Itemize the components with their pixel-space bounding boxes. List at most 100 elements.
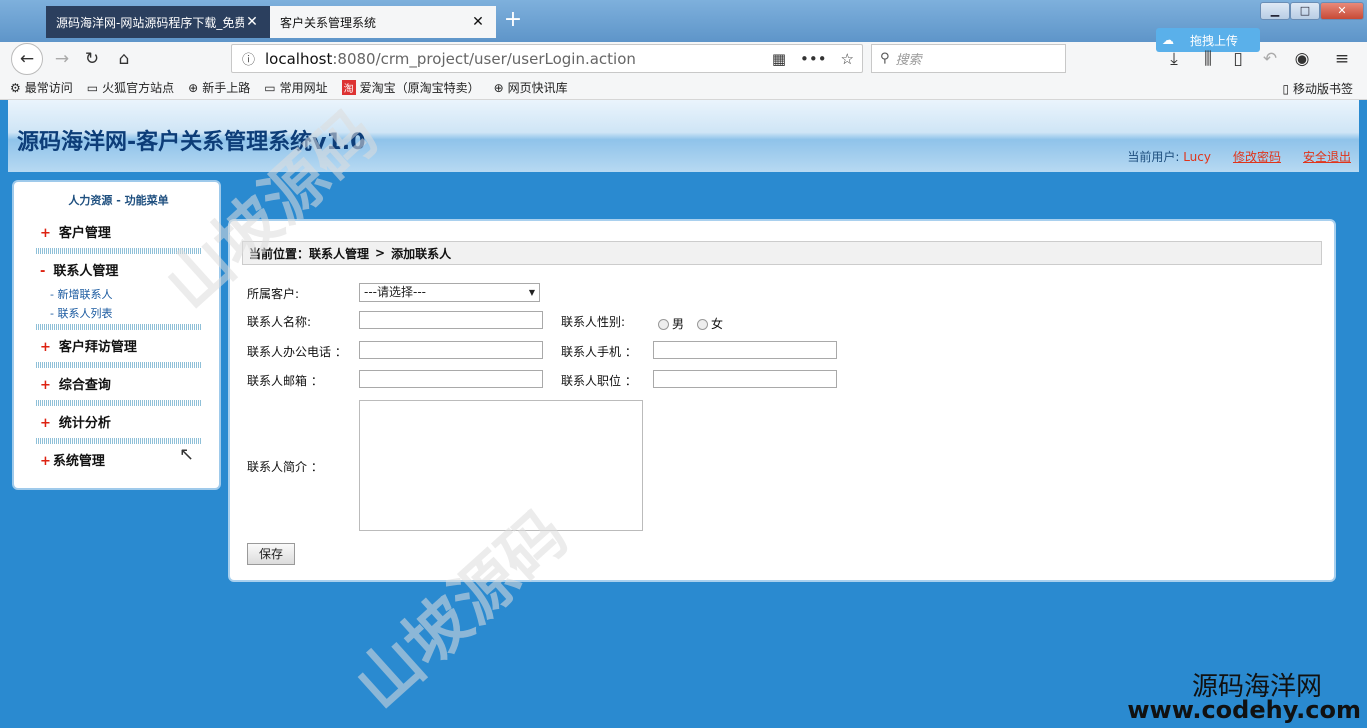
sidebar-item-label: 综合查询	[58, 378, 111, 393]
download-icon[interactable]: ⤓	[1160, 45, 1188, 73]
undo-icon[interactable]: ↶	[1256, 45, 1284, 73]
expand-icon: +	[40, 340, 51, 355]
radio-male[interactable]	[658, 319, 669, 330]
main-panel: 当前位置：联系人管理 > 添加联系人 所属客户: ---请选择--- ▼ 联系人…	[228, 219, 1336, 582]
close-tab-icon[interactable]: ✕	[244, 14, 260, 30]
position-input[interactable]	[653, 370, 837, 388]
sidebar-item-label: 客户管理	[58, 226, 111, 241]
phone-icon: ▯	[1282, 82, 1290, 96]
gender-female-option[interactable]: 女	[697, 315, 723, 332]
brand-url-watermark: www.codehy.com	[1127, 696, 1361, 724]
more-actions-icon[interactable]: •••	[800, 50, 827, 68]
minimize-icon[interactable]: ▁	[1260, 2, 1290, 20]
bookmark-most-visited[interactable]: ⚙ 最常访问	[10, 79, 73, 96]
customer-select[interactable]: ---请选择--- ▼	[359, 283, 540, 302]
bookmark-aitaobao[interactable]: 淘爱淘宝（原淘宝特卖）	[341, 79, 480, 96]
globe-icon: ⊕	[493, 80, 504, 95]
sidebar-menu: 人力资源 - 功能菜单 + 客户管理 - 联系人管理 - 新增联系人 - 联系人列表…	[12, 180, 221, 490]
sidebar-item-query[interactable]: + 综合查询	[40, 374, 111, 393]
sidebar-toggle-icon[interactable]: ▯	[1224, 45, 1252, 73]
gender-female-label: 女	[711, 317, 724, 331]
gender-male-label: 男	[672, 317, 685, 331]
sidebar-subitem-contact-list[interactable]: - 联系人列表	[50, 305, 112, 321]
sidebar-item-customers[interactable]: + 客户管理	[40, 222, 111, 241]
office-phone-input[interactable]	[359, 341, 543, 359]
intro-textarea[interactable]	[359, 400, 643, 531]
info-icon[interactable]: ⓘ	[242, 49, 255, 68]
gender-male-option[interactable]: 男	[658, 315, 684, 332]
bookmark-label: 最常访问	[24, 81, 73, 95]
sidebar-subitem-add-contact[interactable]: - 新增联系人	[50, 286, 112, 302]
phone-label: 联系人办公电话 ：	[247, 345, 347, 359]
breadcrumb-path: 当前位置：联系人管理	[249, 246, 370, 261]
tab-active[interactable]: 客户关系管理系统 ✕	[270, 6, 496, 38]
close-tab-icon[interactable]: ✕	[470, 14, 486, 30]
sidebar-item-label: 系统管理	[52, 454, 105, 469]
account-icon[interactable]: ◉	[1288, 45, 1316, 73]
search-input[interactable]: ⚲ 搜索	[871, 44, 1066, 73]
expand-icon: +	[40, 416, 51, 431]
forward-icon[interactable]: →	[48, 45, 76, 73]
mobile-bookmarks[interactable]: ▯ 移动版书签	[1283, 80, 1353, 97]
email-input[interactable]	[359, 370, 543, 388]
qr-code-icon[interactable]: ▦	[772, 50, 786, 68]
sidebar-item-system[interactable]: + 系统管理	[40, 450, 105, 469]
sidebar-title: 人力资源 - 功能菜单	[68, 194, 169, 207]
maximize-icon[interactable]: □	[1290, 2, 1320, 20]
intro-label: 联系人简介 ：	[247, 460, 323, 474]
bookmark-getting-started[interactable]: ⊕ 新手上路	[188, 79, 250, 96]
sidebar-item-label: 统计分析	[58, 416, 111, 431]
chevron-down-icon: ▼	[528, 288, 535, 297]
gear-icon: ⚙	[10, 80, 21, 95]
expand-icon: +	[40, 226, 51, 241]
customer-label: 所属客户:	[247, 287, 300, 301]
breadcrumb-current: 添加联系人	[391, 246, 452, 261]
name-label: 联系人名称:	[247, 315, 312, 329]
bookmarks-bar: ⚙ 最常访问 ▭ 火狐官方站点 ⊕ 新手上路 ▭ 常用网址 淘爱淘宝（原淘宝特卖） ⊕ 网…	[0, 76, 1367, 100]
sidebar-item-contacts[interactable]: - 联系人管理	[40, 260, 118, 279]
mouse-cursor-icon: ↖	[179, 444, 195, 465]
window-close-icon[interactable]: ✕	[1320, 2, 1364, 20]
bookmark-common-sites[interactable]: ▭ 常用网址	[264, 79, 327, 96]
change-password-link[interactable]: 修改密码	[1233, 148, 1281, 165]
sidebar-divider	[36, 400, 202, 406]
app-title: 源码海洋网-客户关系管理系统v1.0	[17, 130, 366, 155]
menu-icon[interactable]: ≡	[1328, 45, 1356, 73]
sidebar-divider	[36, 248, 202, 254]
url-host: localhost	[265, 49, 333, 68]
bookmark-star-icon[interactable]: ☆	[841, 50, 854, 68]
save-button[interactable]: 保存	[247, 543, 295, 565]
search-icon: ⚲	[880, 51, 890, 66]
mobile-label: 联系人手机 ：	[561, 345, 637, 359]
taobao-icon: 淘	[341, 80, 356, 95]
back-icon[interactable]: ←	[11, 43, 43, 75]
bookmark-label: 网页快讯库	[507, 81, 568, 95]
bookmark-label: 常用网址	[279, 81, 328, 95]
bookmark-web-slices[interactable]: ⊕ 网页快讯库	[494, 79, 568, 96]
tab-label: 客户关系管理系统	[280, 15, 377, 30]
reload-icon[interactable]: ↻	[78, 45, 106, 73]
position-label: 联系人职位 ：	[561, 374, 637, 388]
collapse-icon: -	[40, 264, 46, 279]
email-label: 联系人邮箱 ：	[247, 374, 323, 388]
new-tab-icon[interactable]: +	[502, 8, 524, 34]
logout-link[interactable]: 安全退出	[1303, 148, 1351, 165]
contact-name-input[interactable]	[359, 311, 543, 329]
home-icon[interactable]: ⌂	[110, 45, 138, 73]
sidebar-item-statistics[interactable]: + 统计分析	[40, 412, 111, 431]
bookmark-label: 新手上路	[202, 81, 251, 95]
tab-inactive[interactable]: 源码海洋网-网站源码程序下载_免费 ✕	[46, 6, 270, 38]
radio-female[interactable]	[697, 319, 708, 330]
customer-select-value: ---请选择---	[364, 285, 426, 299]
bookmark-label: 火狐官方站点	[102, 81, 175, 95]
url-bar[interactable]: ⓘ localhost:8080/crm_project/user/userLo…	[231, 44, 863, 73]
current-user-name: Lucy	[1183, 150, 1211, 164]
tab-label: 源码海洋网-网站源码程序下载_免费	[56, 15, 244, 30]
mobile-input[interactable]	[653, 341, 837, 359]
sidebar-divider	[36, 438, 202, 444]
globe-icon: ⊕	[188, 80, 199, 95]
library-icon[interactable]: ⫼	[1194, 45, 1222, 73]
sidebar-item-visits[interactable]: + 客户拜访管理	[40, 336, 137, 355]
bookmark-label: 爱淘宝（原淘宝特卖）	[359, 81, 480, 95]
bookmark-firefox-official[interactable]: ▭ 火狐官方站点	[87, 79, 174, 96]
